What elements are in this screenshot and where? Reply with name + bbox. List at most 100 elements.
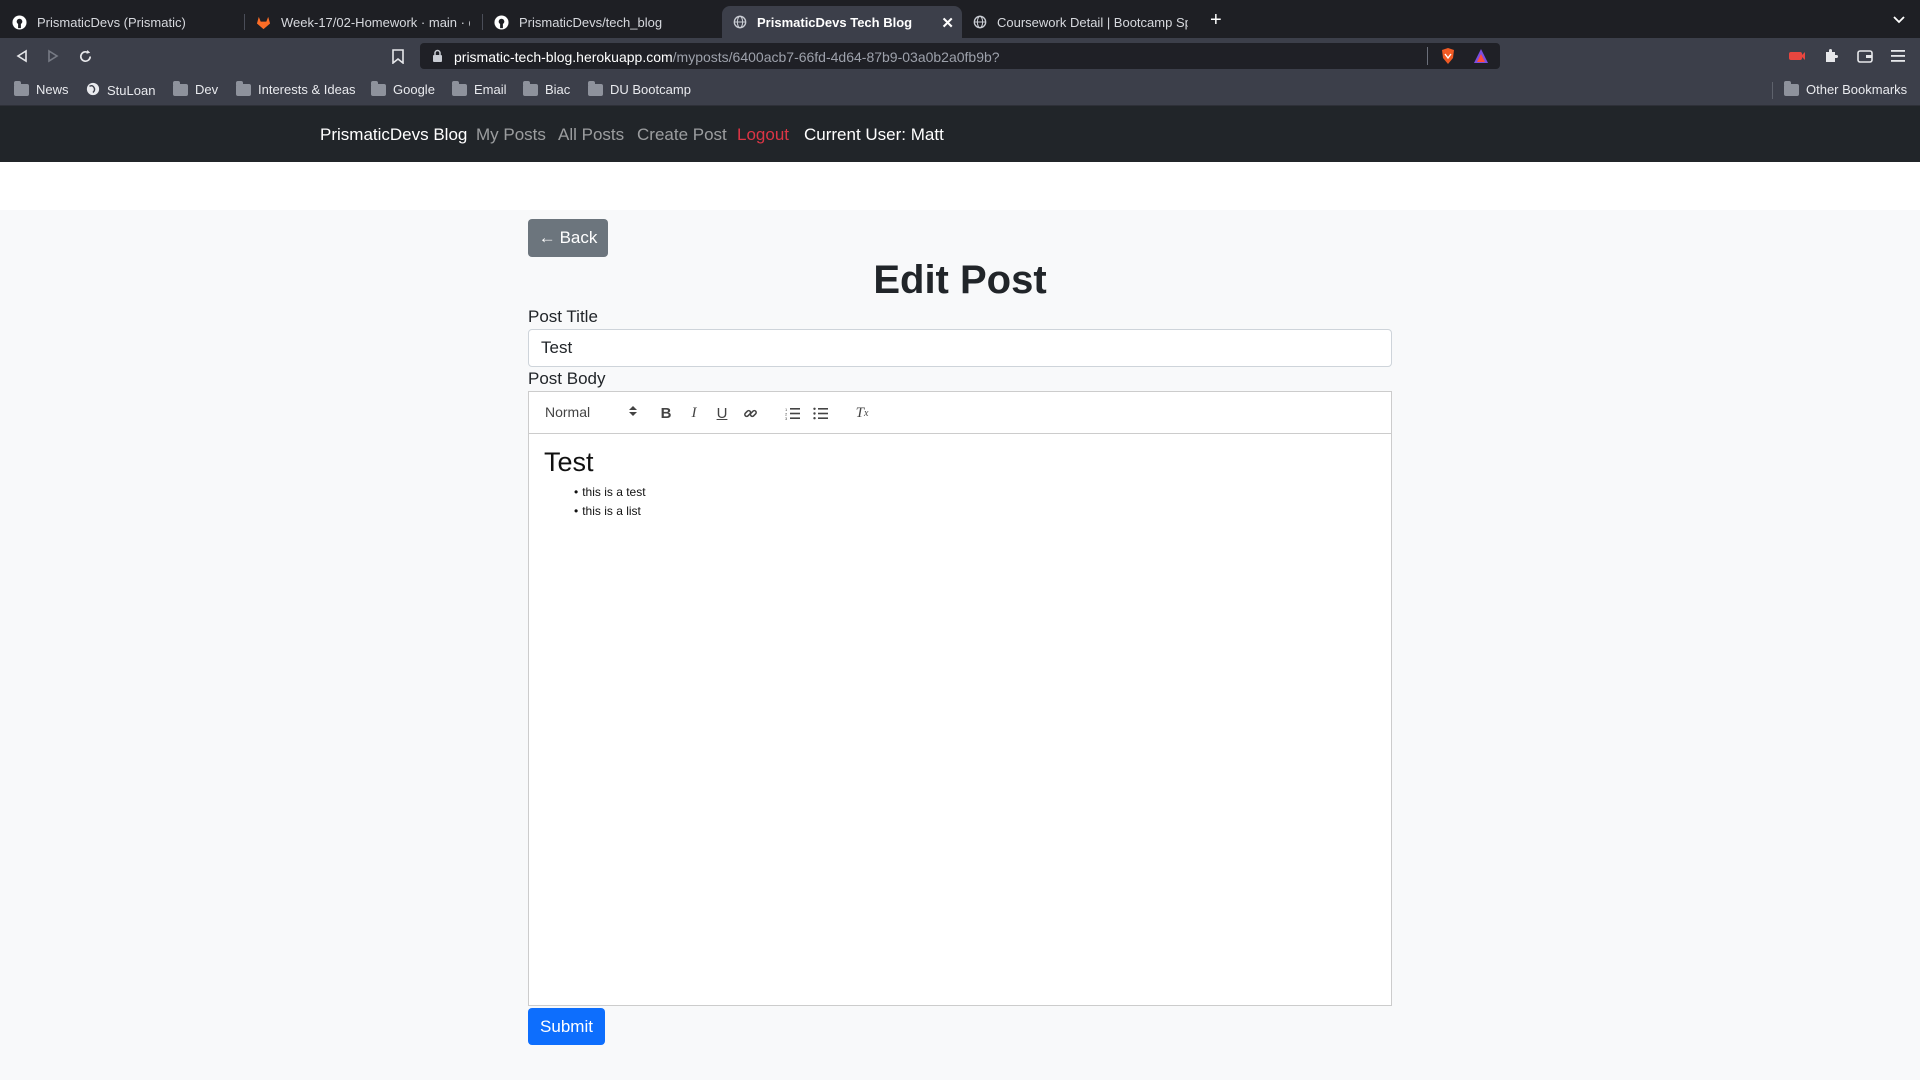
folder-icon [371,80,386,96]
bookmark-email[interactable]: Email [452,80,507,97]
folder-icon [452,80,467,96]
bookmark-label: StuLoan [107,83,156,98]
bookmark-biac[interactable]: Biac [523,80,571,97]
browser-toolbar: prismatic-tech-blog.herokuapp.com/mypost… [0,38,1920,74]
nav-all-posts[interactable]: All Posts [558,125,624,145]
folder-icon [1784,80,1799,96]
folder-icon [14,80,29,96]
nav-brand[interactable]: PrismaticDevs Blog [320,125,467,145]
lock-icon [432,49,443,67]
post-title-input[interactable] [528,329,1392,367]
editor-content[interactable]: Test this is a test this is a list [544,447,1376,521]
tab-title: Coursework Detail | Bootcamp Spot [997,14,1188,30]
app-navbar: PrismaticDevs Blog My Posts All Posts Cr… [0,106,1920,162]
bookmark-label: Other Bookmarks [1806,82,1908,97]
svg-text:3: 3 [785,416,788,420]
address-bar[interactable]: prismatic-tech-blog.herokuapp.com/mypost… [420,43,1500,69]
left-arrow-icon: ← [538,228,556,247]
forward-arrow-icon[interactable] [44,47,62,65]
extensions-puzzle-icon[interactable] [1822,47,1840,65]
bookmark-du-bootcamp[interactable]: DU Bootcamp [588,80,691,97]
tab-title: PrismaticDevs (Prismatic) [37,14,186,30]
bookmark-icon[interactable] [389,47,407,65]
list-item: this is a test [574,483,1376,502]
url-divider [1427,47,1428,65]
tab-divider [244,14,245,30]
bookmark-label: Interests & Ideas [258,82,356,97]
page-title: Edit Post [873,258,1047,302]
back-arrow-icon[interactable] [13,47,31,65]
up-down-arrows-icon [629,404,637,420]
chevron-down-icon[interactable] [1892,12,1906,31]
bookmark-label: DU Bootcamp [610,82,691,97]
header-spacer [0,162,1920,210]
url-text: prismatic-tech-blog.herokuapp.com/mypost… [454,49,1000,65]
body-bullet-list: this is a test this is a list [544,483,1376,521]
body-heading: Test [544,447,594,477]
back-button-label: Back [559,228,598,247]
bookmark-label: Google [393,82,435,97]
globe-icon [732,15,747,30]
tab-tech-blog-repo[interactable]: PrismaticDevs/tech_blog [484,6,720,38]
folder-icon [588,80,603,96]
nav-create-post[interactable]: Create Post [637,125,727,145]
bookmarks-bar: News StuLoan Dev Interests & Ideas Googl… [0,74,1920,106]
github-icon [494,14,509,30]
extension-record-icon[interactable] [1788,47,1806,65]
folder-icon [523,80,538,96]
post-body-label: Post Body [528,369,606,388]
globe-icon [972,15,987,30]
bookmark-stuloan[interactable]: StuLoan [86,82,155,99]
clear-format-icon[interactable]: Tx [853,404,871,422]
tab-title: PrismaticDevs Tech Blog [757,14,913,30]
close-tab-icon[interactable]: ✕ [941,14,954,32]
submit-button[interactable]: Submit [528,1008,605,1045]
tab-gitlab-homework[interactable]: Week-17/02-Homework · main · den [246,6,480,38]
nav-logout[interactable]: Logout [737,125,789,145]
heading-format-select[interactable]: Normal [545,404,637,420]
tab-bootcamp-spot[interactable]: Coursework Detail | Bootcamp Spot [962,6,1198,38]
underline-icon[interactable]: U [713,404,731,422]
brave-shield-icon[interactable] [1440,47,1456,70]
bullet-list-icon[interactable] [811,404,829,422]
tab-divider [482,14,483,30]
folder-icon [236,80,251,96]
bookmark-label: Email [474,82,507,97]
github-icon [12,14,27,30]
new-tab-plus-icon[interactable]: + [1210,10,1222,30]
tab-tech-blog-active[interactable]: PrismaticDevs Tech Blog ✕ [722,6,962,38]
bookmark-news[interactable]: News [14,80,69,97]
list-item: this is a list [574,502,1376,521]
browser-tab-bar: PrismaticDevs (Prismatic) Week-17/02-Hom… [0,0,1920,38]
tab-title: PrismaticDevs/tech_blog [519,14,663,30]
reload-icon[interactable] [76,47,94,65]
tab-title: Week-17/02-Homework · main · den [281,14,470,30]
bookmarks-divider [1772,82,1773,99]
bookmark-dev[interactable]: Dev [173,80,219,97]
current-user-label: Current User: Matt [804,125,944,144]
bookmark-interests-ideas[interactable]: Interests & Ideas [236,80,356,97]
bold-icon[interactable]: B [657,404,675,422]
globe-icon [86,82,100,99]
bookmark-label: Biac [545,82,571,97]
url-host: prismatic-tech-blog.herokuapp.com [454,49,673,65]
bookmark-other-bookmarks[interactable]: Other Bookmarks [1784,80,1908,97]
brave-rewards-icon[interactable] [1473,48,1489,69]
italic-icon[interactable]: I [685,404,703,422]
back-button[interactable]: ← Back [528,219,608,257]
tab-prismaticdevs-github[interactable]: PrismaticDevs (Prismatic) [2,6,242,38]
post-title-label: Post Title [528,307,598,326]
bookmark-label: News [36,82,69,97]
gitlab-icon [256,15,271,30]
url-path: /myposts/6400acb7-66fd-4d64-87b9-03a0b2a… [672,49,1000,65]
ordered-list-icon[interactable]: 123 [783,404,801,422]
editor-toolbar: Normal B I U 123 Tx [529,392,1391,434]
menu-hamburger-icon[interactable] [1889,47,1907,65]
link-icon[interactable] [741,404,759,422]
rich-text-editor: Normal B I U 123 Tx Test this is a test … [528,391,1392,1006]
format-select-value: Normal [545,404,591,420]
bookmark-label: Dev [195,82,219,97]
nav-my-posts[interactable]: My Posts [476,125,546,145]
wallet-icon[interactable] [1856,47,1874,65]
bookmark-google[interactable]: Google [371,80,435,97]
